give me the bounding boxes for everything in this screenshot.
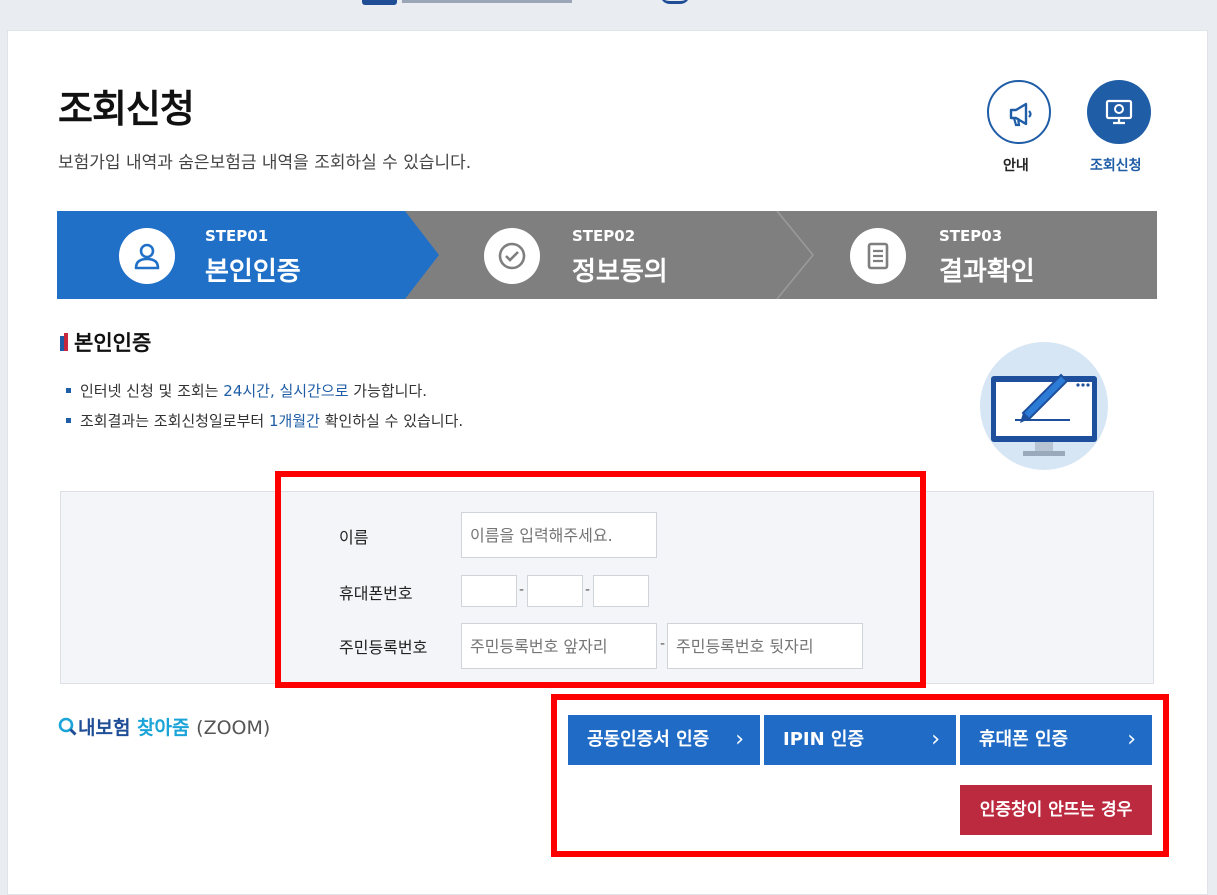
logo-arc-icon (660, 0, 690, 4)
association-logo-mark (362, 0, 397, 5)
step-2-number: STEP02 (572, 227, 636, 245)
megaphone-icon (1009, 102, 1032, 127)
info-item-1: 인터넷 신청 및 조회는 24시간, 실시간으로 가능합니다. (66, 380, 463, 410)
check-circle-icon (498, 242, 526, 270)
guide-button[interactable] (987, 80, 1051, 144)
step-3-number: STEP03 (939, 227, 1003, 245)
info-item-2: 조회결과는 조회신청일로부터 1개월간 확인하실 수 있습니다. (66, 410, 463, 440)
page-subtitle: 보험가입 내역과 숨은보험금 내역을 조회하실 수 있습니다. (58, 153, 472, 173)
user-icon (134, 243, 160, 270)
step-3-name: 결과확인 (939, 257, 1035, 287)
section-title: 본인인증 (74, 331, 152, 355)
query-request-button[interactable] (1087, 80, 1151, 144)
highlight-box-form (275, 471, 926, 688)
association-logo-text (402, 0, 572, 3)
page-title: 조회신청 (58, 87, 195, 131)
guide-label: 안내 (1003, 158, 1029, 174)
monitor-search-icon (1105, 99, 1133, 125)
step-1-number: STEP01 (205, 227, 269, 245)
magnifier-icon (58, 717, 77, 736)
query-request-label: 조회신청 (1090, 158, 1142, 174)
zoom-service-link[interactable]: 내보험 찾아줌 (ZOOM) (58, 713, 270, 740)
monitor-illustration-icon (979, 341, 1109, 471)
step-progress-bar: STEP01 본인인증 STEP02 정보동의 STEP03 결과확인 (57, 211, 1157, 299)
step-2-name: 정보동의 (572, 257, 668, 287)
document-icon (867, 242, 889, 270)
info-list: 인터넷 신청 및 조회는 24시간, 실시간으로 가능합니다. 조회결과는 조회… (66, 380, 463, 440)
highlight-box-buttons (551, 694, 1169, 857)
top-header-strip (0, 0, 1217, 30)
step-1-name: 본인인증 (205, 257, 301, 287)
